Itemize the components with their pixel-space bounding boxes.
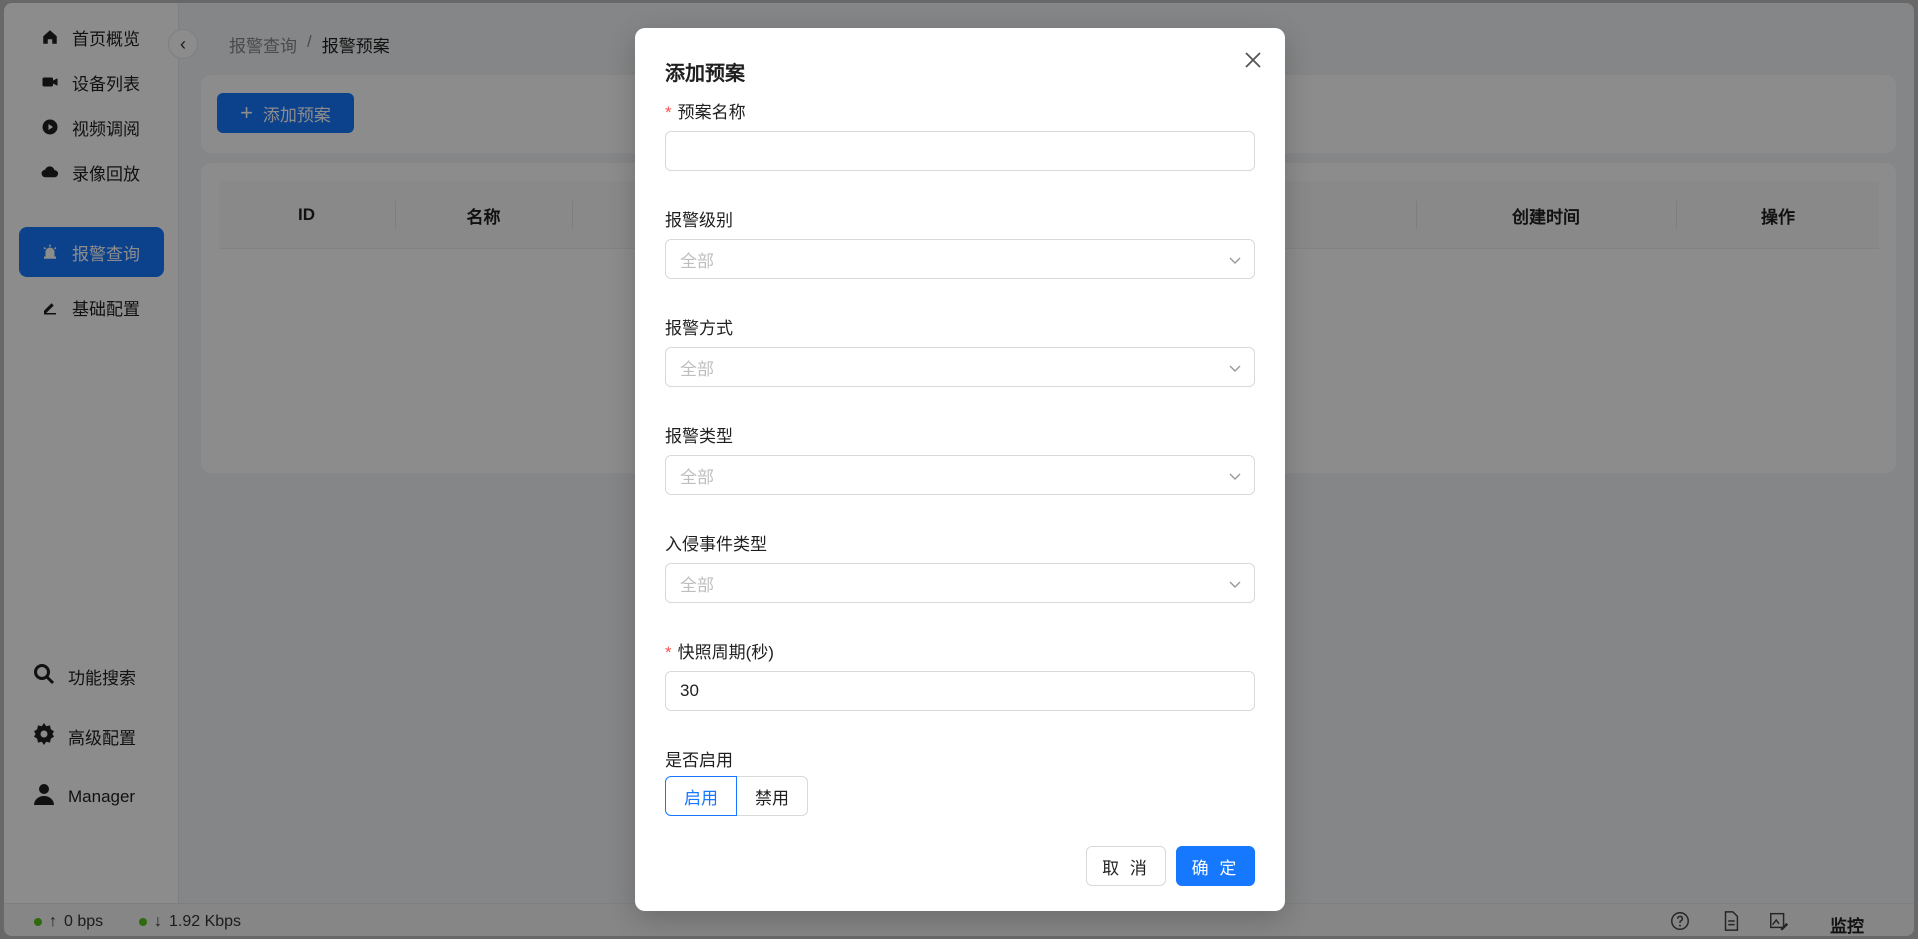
snapshot-period-input[interactable]: 30 [665,671,1255,711]
cancel-button[interactable]: 取 消 [1086,846,1166,886]
dialog-title: 添加预案 [665,63,745,85]
snapshot-period-label-text: 快照周期(秒) [677,643,774,662]
alarm-level-select[interactable]: 全部 [665,239,1255,279]
alarm-type-label: 报警类型 [665,427,733,446]
chevron-down-icon [1228,468,1242,482]
confirm-button[interactable]: 确 定 [1176,846,1255,886]
alarm-level-placeholder: 全部 [680,251,714,271]
enabled-radio-group: 启用 禁用 [665,776,808,816]
chevron-down-icon [1228,252,1242,266]
intrusion-type-select[interactable]: 全部 [665,563,1255,603]
alarm-method-placeholder: 全部 [680,359,714,379]
alarm-type-placeholder: 全部 [680,467,714,487]
alarm-method-label: 报警方式 [665,319,733,338]
required-mark: * [665,103,672,122]
alarm-type-select[interactable]: 全部 [665,455,1255,495]
required-mark: * [665,643,672,662]
plan-name-label-text: 预案名称 [677,103,746,122]
close-button[interactable] [1239,48,1267,76]
alarm-level-label: 报警级别 [665,211,733,230]
enabled-label: 是否启用 [665,751,733,770]
intrusion-type-placeholder: 全部 [680,575,714,595]
chevron-down-icon [1228,360,1242,374]
alarm-method-select[interactable]: 全部 [665,347,1255,387]
snapshot-period-label: * 快照周期(秒) [665,638,774,663]
plan-name-label: * 预案名称 [665,98,746,123]
enable-option[interactable]: 启用 [665,776,737,816]
snapshot-period-value: 30 [680,681,699,700]
intrusion-type-label: 入侵事件类型 [665,535,767,554]
add-plan-dialog: 添加预案 * 预案名称 报警级别 全部 报警方式 全部 报警类型 全部 入侵事件类… [635,28,1285,911]
close-icon [1243,50,1263,75]
plan-name-input[interactable] [665,131,1255,171]
chevron-down-icon [1228,576,1242,590]
disable-option[interactable]: 禁用 [736,776,808,816]
